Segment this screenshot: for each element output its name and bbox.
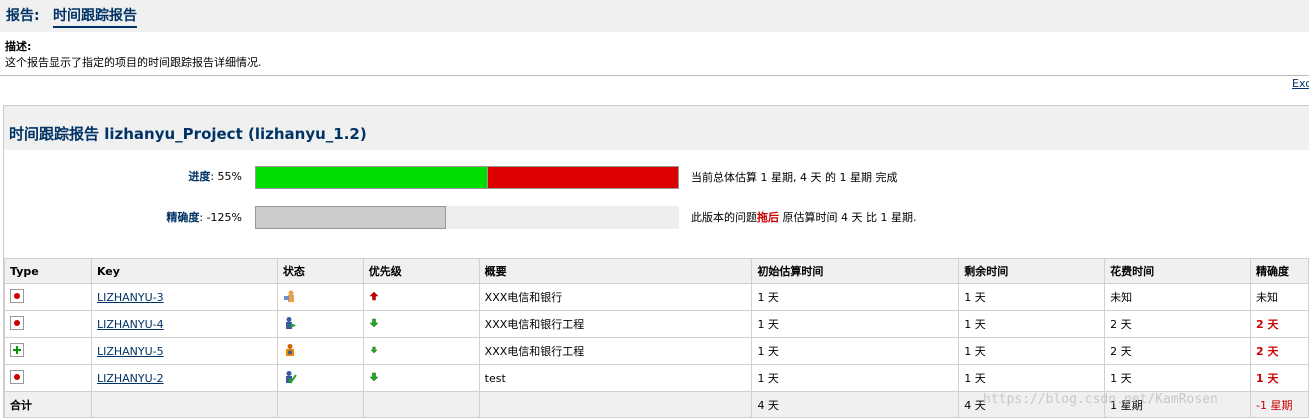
time-spent-cell: 1 天 <box>1104 364 1251 392</box>
total-accuracy: -1 星期 <box>1250 391 1309 418</box>
type-cell <box>4 310 92 338</box>
page-title[interactable]: 时间跟踪报告 <box>53 5 137 28</box>
accuracy-cell: 未知 <box>1250 283 1309 311</box>
type-cell <box>4 337 92 365</box>
accuracy-bar-fill <box>255 206 446 229</box>
accuracy-bar <box>255 206 679 229</box>
total-label: 合计 <box>4 391 92 418</box>
status-cell <box>276 283 364 311</box>
col-accuracy[interactable]: 精确度 <box>1250 258 1309 284</box>
progress-label: 进度: 55% <box>150 168 242 184</box>
priority-down-icon <box>369 372 379 385</box>
table-row: LIZHANYU-2 test 1 天1 天1 天1 天 <box>4 364 1309 392</box>
status-cell <box>276 337 364 365</box>
page-title-prefix: 报告: <box>6 8 40 24</box>
remaining-cell: 1 天 <box>958 364 1106 392</box>
key-cell: LIZHANYU-2 <box>90 364 278 392</box>
priority-cell <box>362 310 480 338</box>
time-spent-cell: 未知 <box>1104 283 1251 311</box>
accuracy-cell: 2 天 <box>1250 337 1309 365</box>
remaining-cell: 1 天 <box>958 283 1106 311</box>
status-cell <box>276 364 364 392</box>
table-row: LIZHANYU-4 XXX电信和银行工程 1 天1 天2 天2 天 <box>4 310 1309 338</box>
original-estimate-cell: 1 天 <box>751 337 960 365</box>
total-original-estimate: 4 天 <box>751 391 960 418</box>
col-type[interactable]: Type <box>4 258 92 284</box>
description-text: 这个报告显示了指定的项目的时间跟踪报告详细情况. <box>5 56 262 69</box>
accuracy-cell: 1 天 <box>1250 364 1309 392</box>
summary-cell: XXX电信和银行工程 <box>478 337 753 365</box>
col-time-spent[interactable]: 花费时间 <box>1104 258 1251 284</box>
progress-info: 当前总体估算 1 星期, 4 天 的 1 星期 完成 <box>691 171 898 184</box>
status-in-progress-icon <box>283 316 297 333</box>
key-cell: LIZHANYU-4 <box>90 310 278 338</box>
accuracy-label: 精确度: -125% <box>140 209 242 225</box>
col-original-estimate[interactable]: 初始估算时间 <box>751 258 960 284</box>
accuracy-info-pre: 此版本的问题 <box>691 211 757 224</box>
issue-key-link[interactable]: LIZHANYU-5 <box>97 345 164 358</box>
report-heading: 时间跟踪报告 lizhanyu_Project (lizhanyu_1.2) <box>9 125 367 143</box>
summary-cell: XXX电信和银行工程 <box>478 310 753 338</box>
issue-key-link[interactable]: LIZHANYU-3 <box>97 291 164 304</box>
new-feature-icon <box>10 342 24 360</box>
col-summary[interactable]: 概要 <box>478 258 753 284</box>
accuracy-info-behind: 拖后 <box>757 211 779 224</box>
priority-cell <box>362 364 480 392</box>
time-spent-cell: 2 天 <box>1104 310 1251 338</box>
issue-key-link[interactable]: LIZHANYU-4 <box>97 318 164 331</box>
priority-cell <box>362 283 480 311</box>
key-cell: LIZHANYU-3 <box>90 283 278 311</box>
accuracy-info-post: 原估算时间 4 天 比 1 星期. <box>779 211 917 224</box>
report-panel-header: 时间跟踪报告 lizhanyu_Project (lizhanyu_1.2) <box>4 106 1309 150</box>
remaining-cell: 1 天 <box>958 310 1106 338</box>
priority-down-small-icon <box>369 345 379 358</box>
accuracy-cell: 2 天 <box>1250 310 1309 338</box>
excel-export-link[interactable]: Exc <box>1292 77 1309 90</box>
remaining-cell: 1 天 <box>958 337 1106 365</box>
summary-cell: XXX电信和银行 <box>478 283 753 311</box>
status-resolved-icon <box>283 370 297 387</box>
table-header-row: Type Key 状态 优先级 概要 初始估算时间 剩余时间 花费时间 精确度 <box>4 258 1309 284</box>
status-open-icon <box>283 289 297 306</box>
summary-cell: test <box>478 364 753 392</box>
bug-icon <box>10 315 24 333</box>
original-estimate-cell: 1 天 <box>751 310 960 338</box>
col-status[interactable]: 状态 <box>276 258 364 284</box>
type-cell <box>4 283 92 311</box>
status-cell <box>276 310 364 338</box>
issue-key-link[interactable]: LIZHANYU-2 <box>97 372 164 385</box>
priority-cell <box>362 337 480 365</box>
description-label: 描述: <box>5 40 32 53</box>
type-cell <box>4 364 92 392</box>
accuracy-value: : -125% <box>199 211 242 224</box>
col-key[interactable]: Key <box>90 258 278 284</box>
key-cell: LIZHANYU-5 <box>90 337 278 365</box>
progress-bar-fill <box>256 167 489 188</box>
col-remaining[interactable]: 剩余时间 <box>958 258 1106 284</box>
divider <box>0 75 1309 76</box>
page-title-bar: 报告: 时间跟踪报告 <box>0 0 1309 32</box>
col-priority[interactable]: 优先级 <box>362 258 480 284</box>
original-estimate-cell: 1 天 <box>751 283 960 311</box>
priority-down-icon <box>369 318 379 331</box>
original-estimate-cell: 1 天 <box>751 364 960 392</box>
accuracy-info: 此版本的问题拖后 原估算时间 4 天 比 1 星期. <box>691 209 916 225</box>
progress-bar <box>255 166 679 189</box>
progress-label-text: 进度 <box>188 170 211 183</box>
table-row: LIZHANYU-5 XXX电信和银行工程 1 天1 天2 天2 天 <box>4 337 1309 365</box>
bug-icon <box>10 369 24 387</box>
status-reopened-icon <box>283 343 297 360</box>
accuracy-label-text: 精确度 <box>166 211 200 224</box>
table-row: LIZHANYU-3 XXX电信和银行 1 天1 天未知 未知 <box>4 283 1309 311</box>
bug-icon <box>10 288 24 306</box>
progress-value: : 55% <box>210 170 242 183</box>
watermark: https://blog.csdn.net/KamRosen <box>983 392 1218 407</box>
time-spent-cell: 2 天 <box>1104 337 1251 365</box>
priority-up-icon <box>369 291 379 304</box>
